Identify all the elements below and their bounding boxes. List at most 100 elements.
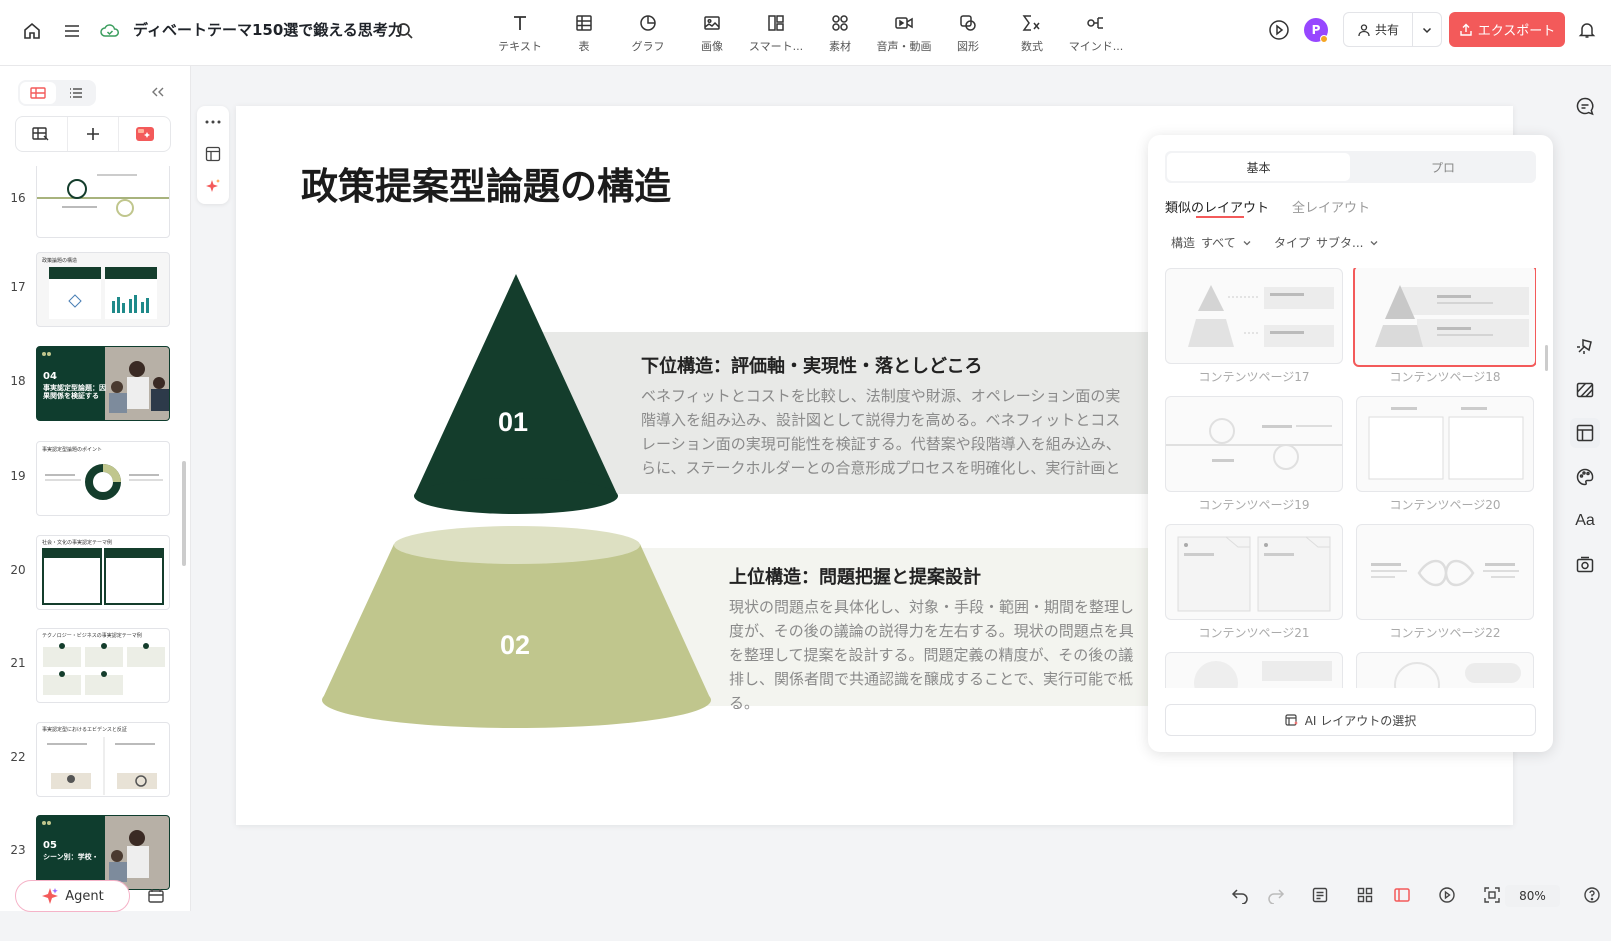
more-options-icon[interactable]	[197, 106, 229, 138]
tool-image[interactable]: 画像	[680, 8, 744, 58]
subtab-similar-layouts[interactable]: 類似のレイアウト	[1165, 197, 1269, 216]
add-slide-button[interactable]	[68, 117, 120, 151]
tool-mindmap[interactable]: マインド...	[1064, 8, 1128, 58]
slide-preview: 事実認定型におけるエビデンスと反証	[36, 722, 170, 797]
slide-thumbnail[interactable]: 19 事実認定型論題のポイント	[0, 441, 191, 516]
layout-card-label: コンテンツページ18	[1389, 370, 1501, 384]
tool-text[interactable]: テキスト	[488, 8, 552, 58]
thumbnail-view-button[interactable]	[20, 82, 56, 104]
slide-thumbnail[interactable]: 16	[0, 166, 191, 238]
sidebar-scrollbar[interactable]	[182, 461, 186, 566]
collapse-sidebar-icon[interactable]	[148, 82, 168, 102]
layout-card[interactable]	[1165, 652, 1343, 688]
animation-icon[interactable]	[1570, 331, 1600, 361]
layout-card[interactable]	[1165, 396, 1343, 492]
slide-preview-title: 事実認定型論題：因果関係を検証する	[43, 384, 106, 400]
font-icon[interactable]: Aa	[1570, 506, 1600, 536]
ai-sparkle-icon[interactable]	[197, 170, 229, 202]
slideshow-play-icon[interactable]	[1435, 883, 1459, 907]
slide-thumbnail-list: 16 17 政策論題の構造 18 04 事実認定型論題：因果関係を検証する 19	[0, 166, 191, 941]
type-filter[interactable]: タイプ サブタ...	[1274, 234, 1379, 251]
layout-card[interactable]	[1356, 396, 1534, 492]
outline-view-button[interactable]	[58, 82, 94, 104]
slide-thumbnail-selected[interactable]: 18 04 事実認定型論題：因果関係を検証する	[0, 346, 191, 421]
subtab-all-layouts[interactable]: 全レイアウト	[1292, 197, 1370, 216]
layout-card-selected[interactable]	[1353, 268, 1536, 367]
present-play-icon[interactable]	[1266, 17, 1292, 43]
tool-shape[interactable]: 図形	[936, 8, 1000, 58]
filter-value: すべて	[1201, 236, 1236, 250]
slide-preview: 政策論題の構造	[36, 252, 170, 327]
background-icon[interactable]	[1570, 375, 1600, 405]
layout-icon[interactable]	[197, 138, 229, 170]
gallery-icon[interactable]	[146, 886, 166, 906]
slide-thumbnail[interactable]: 20 社会・文化の事実認定テーマ例	[0, 535, 191, 610]
layout-card[interactable]	[1165, 524, 1343, 620]
layout-card-label: コンテンツページ19	[1198, 498, 1310, 512]
slide-thumbnail[interactable]: 22 事実認定型におけるエビデンスと反証	[0, 722, 191, 797]
notification-bell-icon[interactable]	[1574, 17, 1600, 43]
tool-video[interactable]: 音声・動画	[872, 8, 936, 58]
plus-icon	[87, 128, 99, 140]
home-icon[interactable]	[19, 18, 45, 44]
chevron-down-icon	[1371, 240, 1378, 245]
zoom-level[interactable]: 80%	[1505, 885, 1560, 907]
undo-icon[interactable]	[1228, 883, 1252, 907]
slide-preview-title: 事実認定型におけるエビデンスと反証	[42, 727, 127, 733]
menu-icon[interactable]	[59, 18, 85, 44]
notes-icon[interactable]	[1308, 883, 1332, 907]
help-icon[interactable]	[1580, 883, 1604, 907]
structure-filter[interactable]: 構造 すべて	[1171, 234, 1252, 251]
document-title[interactable]: ディベートテーマ150選で鍛える思考力	[133, 19, 403, 40]
comment-icon[interactable]	[1570, 91, 1600, 121]
view-toggle	[18, 80, 96, 106]
right-tool-rail: Aa	[1560, 66, 1611, 878]
layout-panel-icon[interactable]	[1570, 418, 1600, 448]
theme-palette-icon[interactable]	[1570, 462, 1600, 492]
tool-formula[interactable]: 数式	[1000, 8, 1064, 58]
tool-label: 音声・動画	[876, 40, 932, 53]
sparkle-icon	[42, 888, 59, 904]
share-dropdown-button[interactable]	[1412, 12, 1442, 47]
layout-grid: コンテンツページ17 コンテンツページ18 コンテンツページ19 コンテンツペー…	[1165, 268, 1536, 688]
slide-number: 22	[10, 750, 26, 764]
ai-layout-select-button[interactable]: AI レイアウトの選択	[1165, 704, 1536, 736]
avatar-status-badge	[1320, 35, 1328, 43]
layout-card-label: コンテンツページ21	[1198, 626, 1310, 640]
slide-preview: 05 シーン別：学校・	[36, 815, 170, 890]
ai-slide-button[interactable]	[119, 117, 170, 151]
layout-card[interactable]	[1356, 524, 1534, 620]
slides-icon	[30, 87, 46, 99]
layout-panel-scrollbar[interactable]	[1545, 345, 1548, 371]
layout-card[interactable]	[1356, 652, 1534, 688]
insert-toolbar: テキスト 表 グラフ 画像 スマート... 素材 音声・動画 図形 数式 マイン…	[488, 8, 1128, 58]
tab-pro[interactable]: プロ	[1352, 153, 1534, 181]
tool-assets[interactable]: 素材	[808, 8, 872, 58]
layout-card[interactable]	[1165, 268, 1343, 364]
slide-preview-chapter: 05	[43, 840, 57, 851]
tab-basic[interactable]: 基本	[1167, 153, 1350, 181]
export-label: エクスポート	[1477, 24, 1556, 39]
slide-thumbnail[interactable]: 23 05 シーン別：学校・	[0, 815, 191, 890]
smart-icon	[766, 11, 786, 35]
redo-icon[interactable]	[1264, 883, 1288, 907]
share-button[interactable]: 共有	[1343, 12, 1413, 47]
normal-view-icon[interactable]	[1390, 883, 1414, 907]
agent-button[interactable]: Agent	[15, 880, 130, 912]
layout-card-label: コンテンツページ17	[1198, 370, 1310, 384]
user-icon	[1358, 23, 1370, 36]
slide-thumbnail[interactable]: 21 テクノロジー・ビジネスの事実認定テーマ例	[0, 628, 191, 703]
tool-table[interactable]: 表	[552, 8, 616, 58]
slide-thumbnail[interactable]: 17 政策論題の構造	[0, 252, 191, 327]
fit-screen-icon[interactable]	[1480, 883, 1504, 907]
media-icon[interactable]	[1570, 550, 1600, 580]
pyramid-bottom-top-face	[394, 526, 640, 564]
export-button[interactable]: エクスポート	[1449, 12, 1565, 47]
grid-view-icon[interactable]	[1353, 883, 1377, 907]
tool-chart[interactable]: グラフ	[616, 8, 680, 58]
layout-switch-button[interactable]	[16, 117, 68, 151]
layout-card-label: コンテンツページ20	[1389, 498, 1501, 512]
search-icon[interactable]	[392, 18, 418, 44]
tool-smart[interactable]: スマート...	[744, 8, 808, 58]
slide-number: 19	[10, 469, 26, 483]
